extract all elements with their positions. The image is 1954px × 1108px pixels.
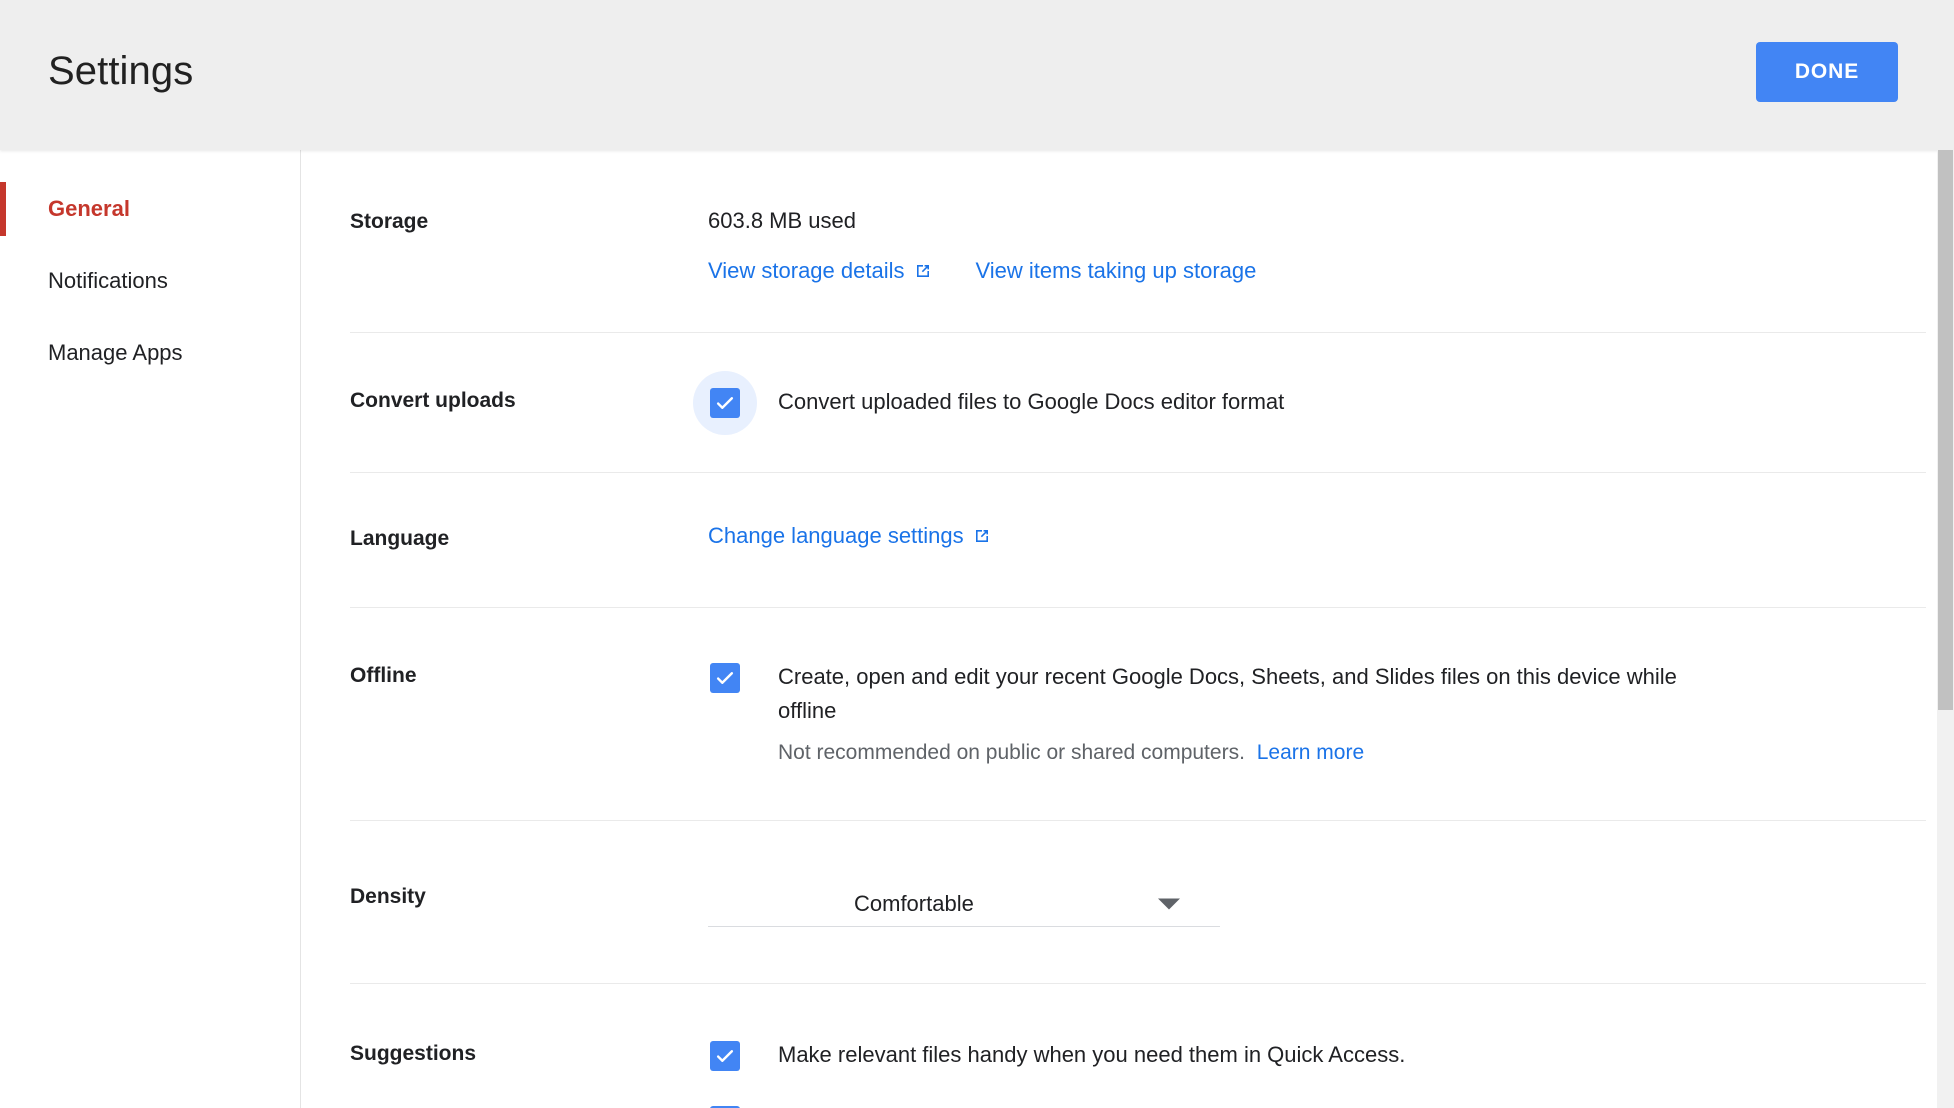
view-items-taking-storage-link[interactable]: View items taking up storage — [976, 258, 1257, 284]
suggestion-row-quick-access: Make relevant files handy when you need … — [708, 1038, 1922, 1073]
suggestion-checkbox-wrap — [708, 1039, 742, 1073]
section-language: Language Change language settings — [302, 473, 1954, 607]
settings-dialog: Settings DONE General Notifications Mana… — [0, 0, 1954, 1108]
checkmark-icon — [716, 1050, 734, 1062]
checkmark-icon — [716, 397, 734, 409]
section-density: Density Comfortable — [302, 821, 1954, 983]
offline-row: Create, open and edit your recent Google… — [708, 660, 1922, 768]
suggestion-row-shared-with-me: Surface important people and files in Sh… — [708, 1103, 1922, 1108]
page-title: Settings — [48, 49, 194, 93]
section-suggestions: Suggestions Make relevant files handy wh… — [302, 984, 1954, 1108]
external-link-icon — [973, 527, 991, 545]
change-language-settings-label: Change language settings — [708, 523, 964, 548]
section-label-convert-uploads: Convert uploads — [350, 389, 516, 412]
dialog-header: Settings DONE — [0, 0, 1954, 150]
section-label-language: Language — [350, 527, 450, 550]
checkmark-icon — [716, 672, 734, 684]
content-scrollbar-thumb[interactable] — [1938, 150, 1953, 710]
view-storage-details-link[interactable]: View storage details — [708, 258, 932, 284]
settings-content: Storage 603.8 MB used View storage detai… — [302, 150, 1954, 1108]
offline-checkbox[interactable] — [710, 663, 740, 693]
external-link-icon — [914, 262, 932, 280]
sidebar-item-label: Notifications — [48, 268, 168, 293]
section-label-suggestions: Suggestions — [350, 1042, 477, 1065]
chevron-down-icon — [1158, 898, 1180, 909]
section-body-storage: 603.8 MB used View storage details View … — [708, 206, 1922, 284]
convert-uploads-checkbox[interactable] — [710, 388, 740, 418]
section-body-language: Change language settings — [708, 523, 1922, 549]
content-scrollbar-track[interactable] — [1937, 150, 1954, 1108]
section-body-convert-uploads: Convert uploaded files to Google Docs ed… — [708, 385, 1922, 420]
suggestion-checkbox-wrap — [708, 1104, 742, 1108]
suggestion-shared-with-me-label: Surface important people and files in Sh… — [778, 1103, 1539, 1108]
change-language-settings-link[interactable]: Change language settings — [708, 523, 991, 549]
density-select[interactable]: Comfortable — [708, 881, 1220, 927]
offline-note-text: Not recommended on public or shared comp… — [778, 741, 1245, 764]
convert-uploads-checkbox-wrap — [708, 386, 742, 420]
settings-sidebar: General Notifications Manage Apps — [0, 150, 301, 1108]
section-label-density: Density — [350, 885, 426, 908]
offline-label: Create, open and edit your recent Google… — [778, 664, 1677, 723]
section-storage: Storage 603.8 MB used View storage detai… — [302, 150, 1954, 332]
offline-checkbox-wrap — [708, 661, 742, 695]
storage-used-value: 603.8 MB used — [708, 208, 856, 233]
suggestion-quick-access-checkbox[interactable] — [710, 1041, 740, 1071]
section-label-offline: Offline — [350, 664, 417, 687]
section-body-density: Comfortable — [708, 881, 1922, 927]
density-select-value: Comfortable — [854, 890, 974, 916]
section-offline: Offline Create, open and edit your recen… — [302, 608, 1954, 820]
sidebar-item-label: General — [48, 196, 130, 221]
offline-note: Not recommended on public or shared comp… — [778, 738, 1922, 768]
sidebar-item-manage-apps[interactable]: Manage Apps — [0, 326, 300, 380]
view-storage-details-label: View storage details — [708, 258, 905, 283]
convert-uploads-row: Convert uploaded files to Google Docs ed… — [708, 385, 1922, 420]
section-convert-uploads: Convert uploads Convert uploaded files t… — [302, 333, 1954, 472]
sidebar-item-label: Manage Apps — [48, 340, 183, 365]
convert-uploads-label: Convert uploaded files to Google Docs ed… — [778, 389, 1285, 414]
section-body-offline: Create, open and edit your recent Google… — [708, 660, 1922, 768]
done-button[interactable]: DONE — [1756, 42, 1898, 102]
sidebar-item-notifications[interactable]: Notifications — [0, 254, 300, 308]
storage-links: View storage details View items taking u… — [708, 258, 1922, 284]
suggestion-quick-access-label: Make relevant files handy when you need … — [778, 1042, 1406, 1067]
section-label-storage: Storage — [350, 210, 429, 233]
offline-learn-more-link[interactable]: Learn more — [1257, 738, 1364, 768]
section-body-suggestions: Make relevant files handy when you need … — [708, 1038, 1922, 1108]
sidebar-item-general[interactable]: General — [0, 182, 300, 236]
